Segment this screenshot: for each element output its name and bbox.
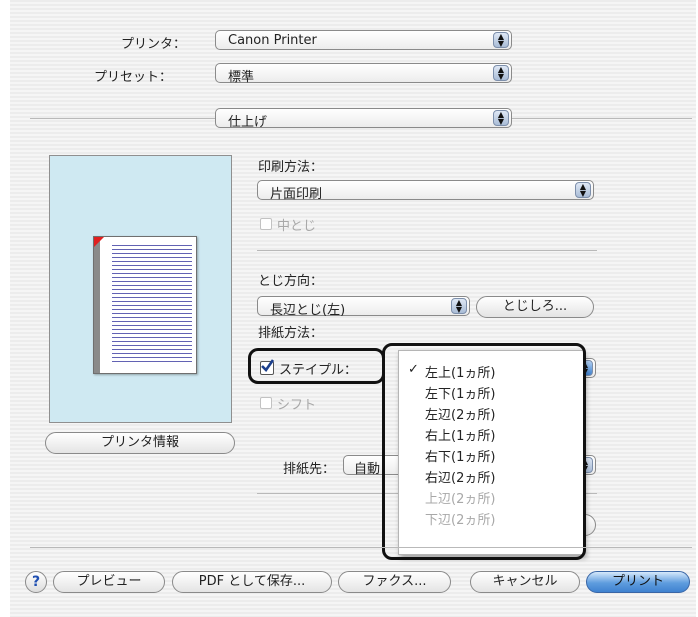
- panel-popup[interactable]: 仕上げ ▲ ▼: [215, 108, 512, 130]
- binding-margin-button[interactable]: とじしろ...: [476, 296, 594, 318]
- printer-info-button[interactable]: プリンタ情報: [45, 432, 235, 454]
- preset-popup[interactable]: 標準 ▲ ▼: [215, 63, 512, 85]
- fax-button[interactable]: ファクス...: [338, 571, 451, 593]
- binding-popup[interactable]: 長辺とじ(左) ▲ ▼: [257, 296, 470, 318]
- print-method-popup[interactable]: 片面印刷 ▲ ▼: [257, 180, 594, 202]
- output-method-label: 排紙方法：: [258, 326, 324, 341]
- print-button[interactable]: プリント: [586, 571, 690, 593]
- saddle-stitch-label: 中とじ: [277, 219, 317, 234]
- shift-checkbox[interactable]: [260, 397, 272, 409]
- staple-position-icon: [94, 237, 104, 247]
- printer-popup[interactable]: Canon Printer ▲ ▼: [215, 30, 512, 50]
- paper-spine: [94, 237, 100, 373]
- output-dest-label: 排紙先：: [283, 462, 336, 477]
- output-dest-value: 自動: [354, 462, 381, 477]
- popup-arrows-icon: ▲ ▼: [575, 182, 591, 198]
- popup-arrows-icon: ▲ ▼: [451, 298, 467, 314]
- binding-value: 長辺とじ(左): [270, 303, 346, 318]
- print-method-label: 印刷方法：: [258, 160, 324, 175]
- print-dialog: プリンタ： Canon Printer ▲ ▼ プリセット： 標準 ▲ ▼ 仕上げ …: [10, 0, 696, 617]
- staple-highlight-box: [248, 348, 385, 384]
- preset-value: 標準: [228, 70, 255, 85]
- printer-value: Canon Printer: [228, 33, 317, 48]
- paper-lines: [112, 245, 192, 365]
- print-method-value: 片面印刷: [270, 187, 323, 202]
- menu-highlight-box: [382, 343, 586, 560]
- popup-arrows-icon: ▲ ▼: [493, 32, 509, 48]
- panel-separator-left: [30, 118, 220, 119]
- cancel-button[interactable]: キャンセル: [470, 571, 580, 593]
- footer-separator: [30, 547, 692, 548]
- popup-arrows-icon: ▲ ▼: [493, 65, 509, 81]
- preview-button[interactable]: プレビュー: [53, 571, 165, 593]
- help-icon[interactable]: ?: [25, 571, 47, 593]
- preview-paper: [93, 236, 197, 374]
- shift-label: シフト: [277, 398, 317, 413]
- printer-label: プリンタ：: [121, 37, 187, 52]
- section-separator: [257, 250, 597, 251]
- preset-label: プリセット：: [94, 70, 173, 85]
- panel-separator-right: [502, 118, 692, 119]
- panel-value: 仕上げ: [228, 115, 268, 130]
- popup-arrows-icon: ▲ ▼: [493, 110, 509, 126]
- binding-label: とじ方向：: [258, 274, 324, 289]
- saddle-stitch-checkbox[interactable]: [260, 218, 272, 230]
- save-pdf-button[interactable]: PDF として保存...: [172, 571, 332, 593]
